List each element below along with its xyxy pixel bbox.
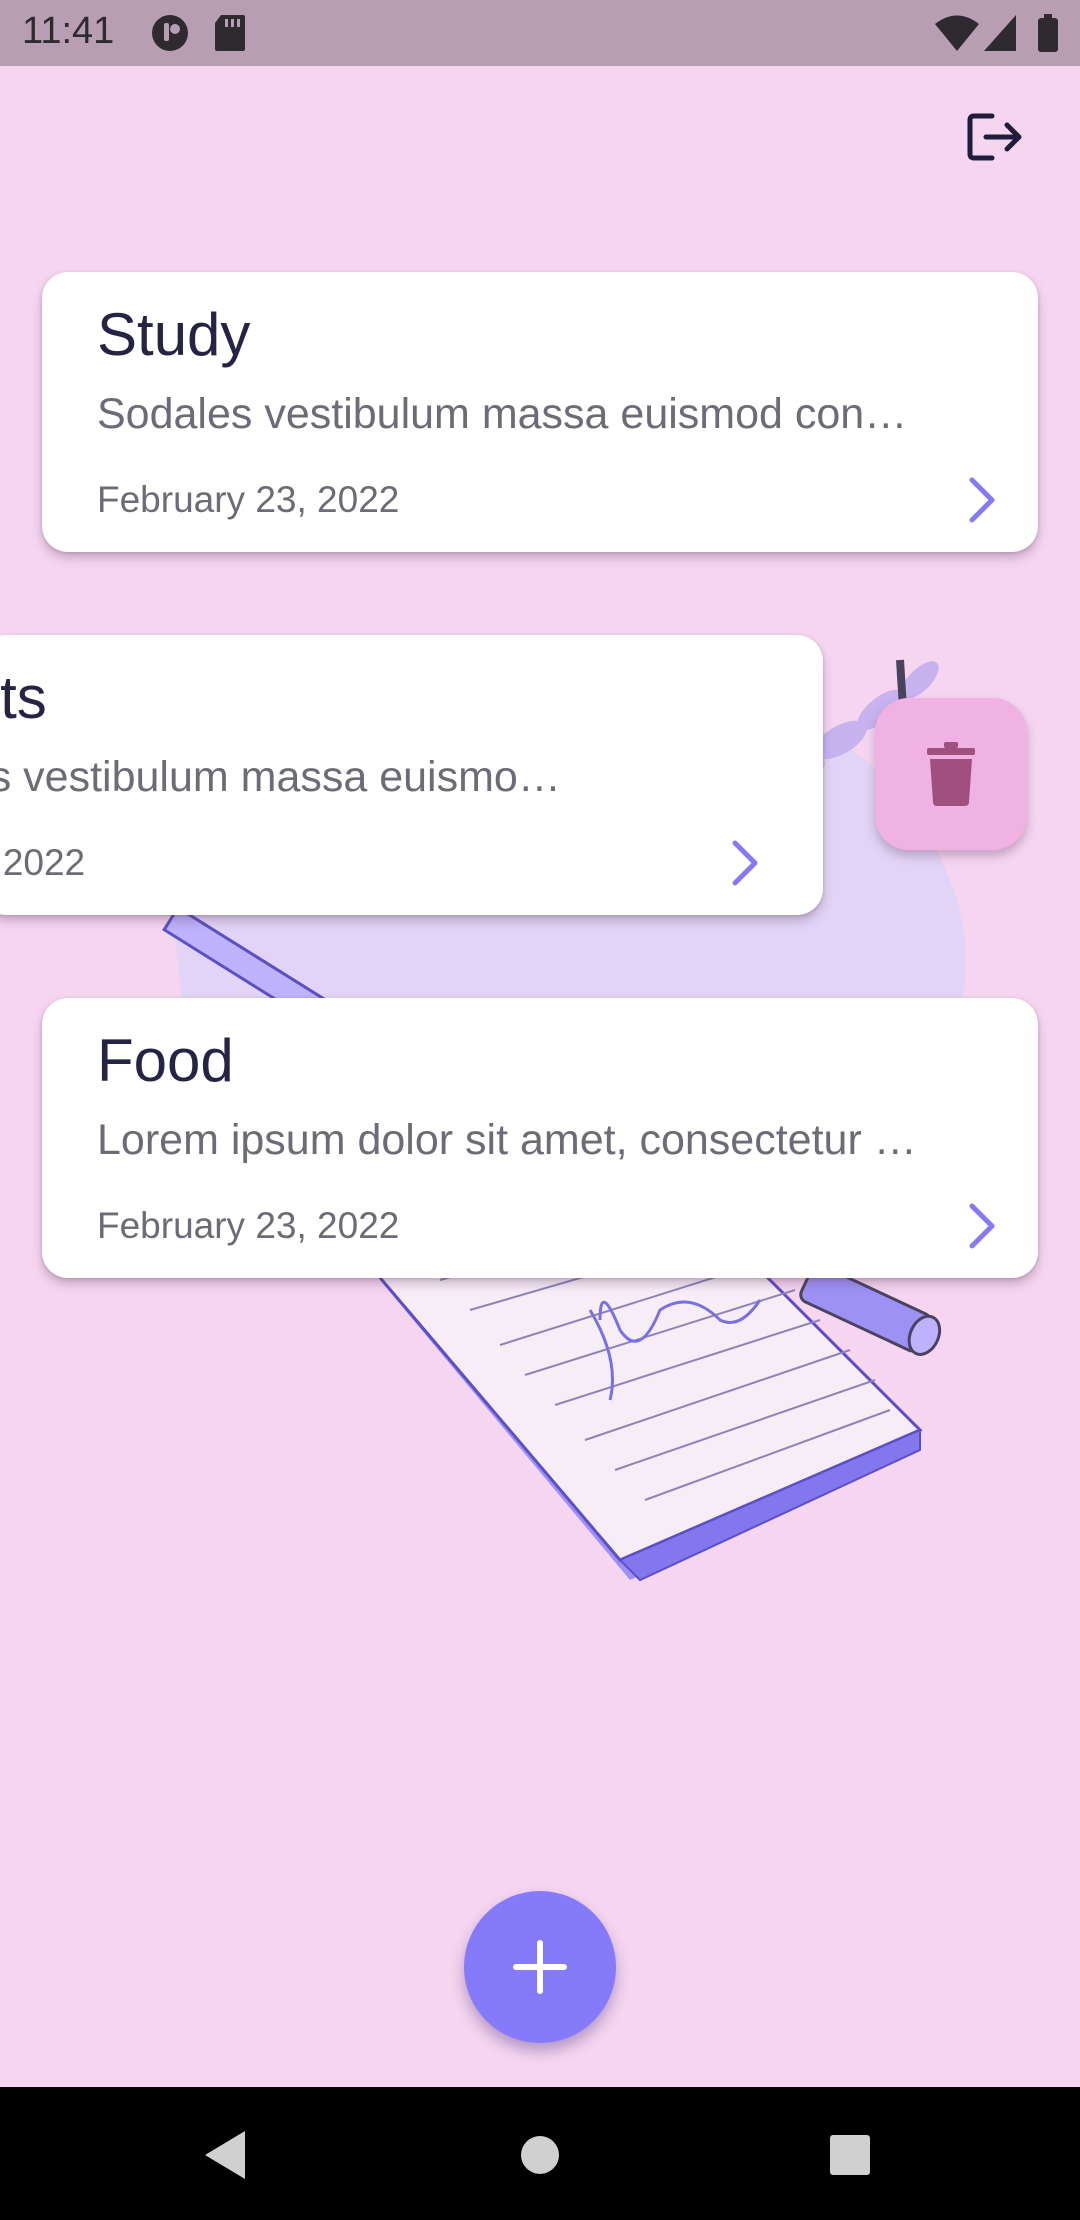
wifi-icon <box>935 15 979 51</box>
add-note-button[interactable] <box>464 1891 616 2043</box>
logout-icon <box>967 113 1022 161</box>
home-icon[interactable] <box>460 2087 620 2220</box>
note-card-study[interactable]: Study Sodales vestibulum massa euismod c… <box>42 272 1038 552</box>
logout-button[interactable] <box>962 104 1028 170</box>
cell-signal-icon <box>984 15 1016 51</box>
chevron-right-icon[interactable] <box>962 1200 1002 1252</box>
note-title: uments <box>0 664 47 731</box>
note-title: Food <box>97 1027 234 1094</box>
note-date: February 23, 2022 <box>97 1205 400 1246</box>
app-notification-icon <box>152 15 188 51</box>
note-card-food[interactable]: Food Lorem ipsum dolor sit amet, consect… <box>42 998 1038 1278</box>
note-card-documents[interactable]: uments sodales vestibulum massa euismo… … <box>0 635 823 915</box>
battery-icon <box>1038 14 1058 52</box>
back-icon[interactable] <box>145 2087 305 2220</box>
recents-icon[interactable] <box>770 2087 930 2220</box>
chevron-right-icon[interactable] <box>962 474 1002 526</box>
chevron-right-icon[interactable] <box>725 837 765 889</box>
delete-note-button[interactable] <box>875 698 1027 850</box>
note-preview: Sodales vestibulum massa euismod con… <box>97 390 908 438</box>
plus-icon <box>513 1940 567 1994</box>
note-date: ry 23, 2022 <box>0 842 86 883</box>
notes-screen: 11:41 Study Sodales vestibulum massa eui… <box>0 0 1080 2220</box>
status-time: 11:41 <box>22 10 115 52</box>
trash-icon <box>927 742 975 806</box>
note-preview: Lorem ipsum dolor sit amet, consectetur … <box>97 1116 917 1164</box>
system-nav-bar <box>0 2087 1080 2220</box>
status-bar: 11:41 <box>0 0 1080 66</box>
note-preview: sodales vestibulum massa euismo… <box>0 753 561 801</box>
sd-card-icon <box>215 15 245 51</box>
note-title: Study <box>97 301 251 368</box>
note-date: February 23, 2022 <box>97 479 400 520</box>
